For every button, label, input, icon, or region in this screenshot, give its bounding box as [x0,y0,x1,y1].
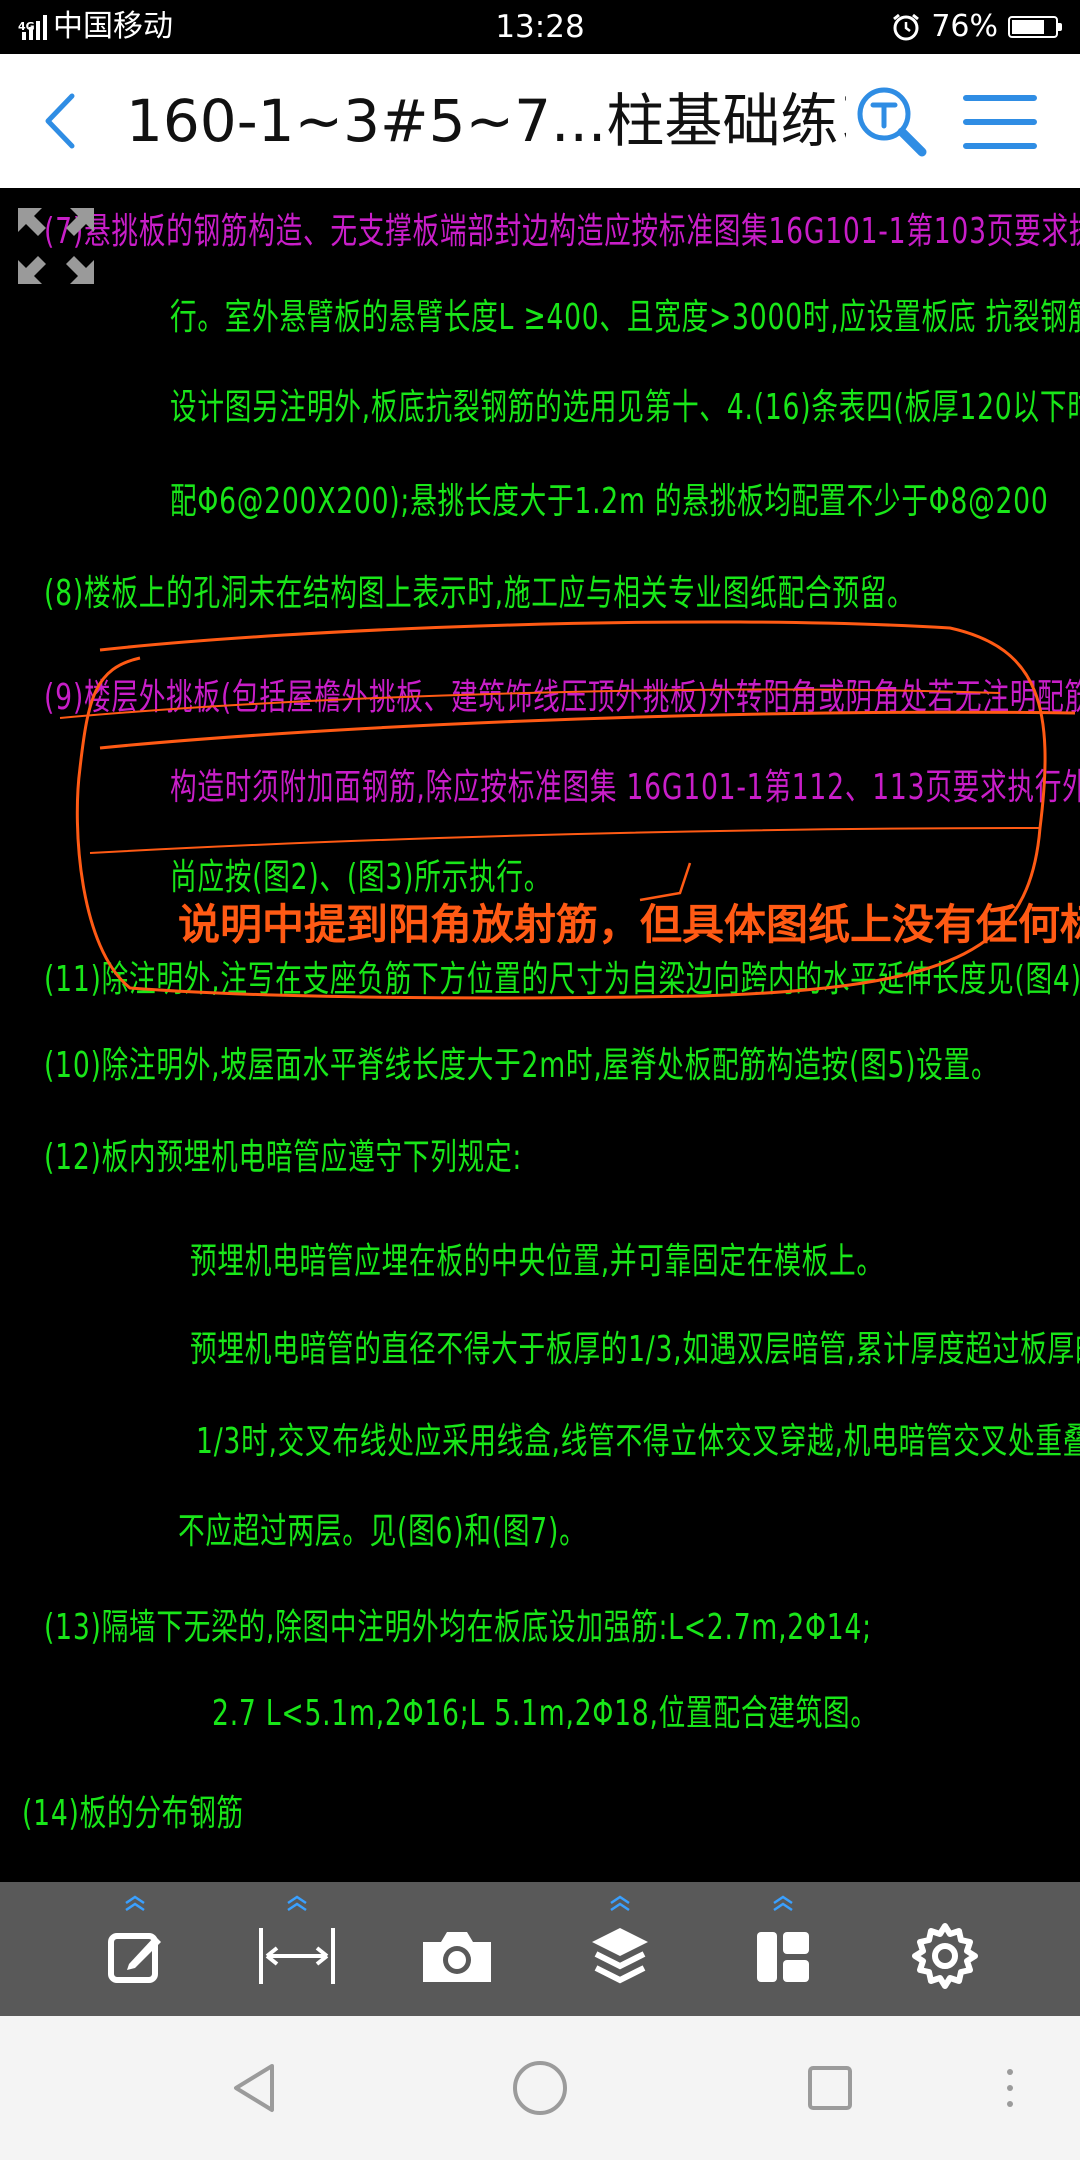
status-bar: 4G 中国移动 13:28 76% [0,0,1080,54]
bottom-toolbar [0,1882,1080,2016]
drawing-text-line: (13)隔墙下无梁的,除图中注明外均在板底设加强筋:L<2.7m,2Φ14; [44,1607,872,1648]
layout-icon [757,1932,809,1982]
triangle-back-icon [234,2064,274,2112]
chevron-up-icon [773,1895,793,1912]
status-right: 76% [891,8,1062,46]
chevron-up-icon [610,1895,630,1912]
measure-tool[interactable] [242,1882,352,2016]
markup-note: 说明中提到阳角放射筋，但具体图纸上没有任何标注 [178,900,1080,949]
drawing-text-line: (7)悬挑板的钢筋构造、无支撑板端部封边构造应按标准图集16G101-1第103… [44,211,1080,252]
drawing-text-line: 配Φ6@200X200);悬挑长度大于1.2m 的悬挑板均配置不少于Φ8@200 [170,481,1049,522]
drawing-text-line: 预埋机电暗管的直径不得大于板厚的1/3,如遇双层暗管,累计厚度超过板厚的 [190,1329,1080,1370]
system-nav-bar [0,2016,1080,2160]
more-dots-icon [1007,2069,1013,2107]
drawing-text-line: 行。室外悬臂板的悬臂长度L ≥400、且宽度>3000时,应设置板底 抗裂钢筋 [170,297,1080,338]
nav-home-button[interactable] [504,2052,576,2124]
drawing-text-line: 预埋机电暗管应埋在板的中央位置,并可靠固定在模板上。 [190,1241,884,1282]
back-button[interactable] [30,86,100,156]
battery-icon [1008,16,1062,38]
gear-icon [912,1923,978,1989]
nav-more-button[interactable] [974,2052,1046,2124]
drawing-text-line: (11)除注明外,注写在支座负筋下方位置的尺寸为自梁边向跨内的水平延伸长度见(图… [44,959,1080,1000]
menu-button[interactable] [960,90,1040,154]
drawing-text-line: (12)板内预埋机电暗管应遵守下列规定: [44,1137,523,1178]
drawing-text-line: 尚应按(图2)、(图3)所示执行。 [170,857,552,898]
drawing-text-line: 2.7 L<5.1m,2Φ16;L 5.1m,2Φ18,位置配合建筑图。 [212,1693,878,1734]
drawing-text-line: 设计图另注明外,板底抗裂钢筋的选用见第十、4.(16)条表四(板厚120以下时, [170,387,1080,428]
hamburger-menu-icon [963,95,1037,149]
expand-arrows-icon [18,208,94,284]
square-recents-icon [808,2066,852,2110]
camera-icon [423,1932,491,1982]
camera-tool[interactable] [402,1882,512,2016]
circle-home-icon [513,2061,567,2115]
dimension-icon [259,1928,335,1984]
chevron-left-icon [45,93,75,149]
settings-tool[interactable] [890,1882,1000,2016]
layout-tool[interactable] [728,1882,838,2016]
app-header: 160-1~3#5~7...柱基础练习 [0,54,1080,188]
drawing-viewer[interactable]: (7)悬挑板的钢筋构造、无支撑板端部封边构造应按标准图集16G101-1第103… [0,188,1080,1882]
annotate-tool[interactable] [80,1882,190,2016]
fullscreen-button[interactable] [14,204,98,288]
battery-percent: 76% [931,9,998,44]
nav-recents-button[interactable] [794,2052,866,2124]
text-search-button[interactable] [852,82,932,162]
page-title: 160-1~3#5~7...柱基础练习 [126,88,846,154]
drawing-text-line: (14)板的分布钢筋 [22,1793,244,1834]
chevron-up-icon [125,1895,145,1912]
drawing-text-line: (8)楼板上的孔洞未在结构图上表示时,施工应与相关专业图纸配合预留。 [44,573,915,614]
edit-note-icon [108,1933,161,1983]
layers-tool[interactable] [565,1882,675,2016]
drawing-text-line: (9)楼层外挑板(包括屋檐外挑板、建筑饰线压顶外挑板)外转阳角或阴角处若无注明配… [44,677,1080,718]
layers-icon [592,1928,648,1984]
nav-back-button[interactable] [218,2052,290,2124]
drawing-text-line: 不应超过两层。见(图6)和(图7)。 [178,1511,587,1552]
drawing-text-line: (10)除注明外,坡屋面水平脊线长度大于2m时,屋脊处板配筋构造按(图5)设置。 [44,1045,999,1086]
text-search-icon [857,87,927,157]
drawing-text-line: 1/3时,交叉布线处应采用线盒,线管不得立体交叉穿越,机电暗管交叉处重叠 [196,1421,1080,1462]
battery-fill [1012,20,1044,34]
drawing-text-line: 构造时须附加面钢筋,除应按标准图集 16G101-1第112、113页要求执行外… [170,767,1080,808]
chevron-up-icon [287,1895,307,1912]
alarm-icon [893,13,920,41]
